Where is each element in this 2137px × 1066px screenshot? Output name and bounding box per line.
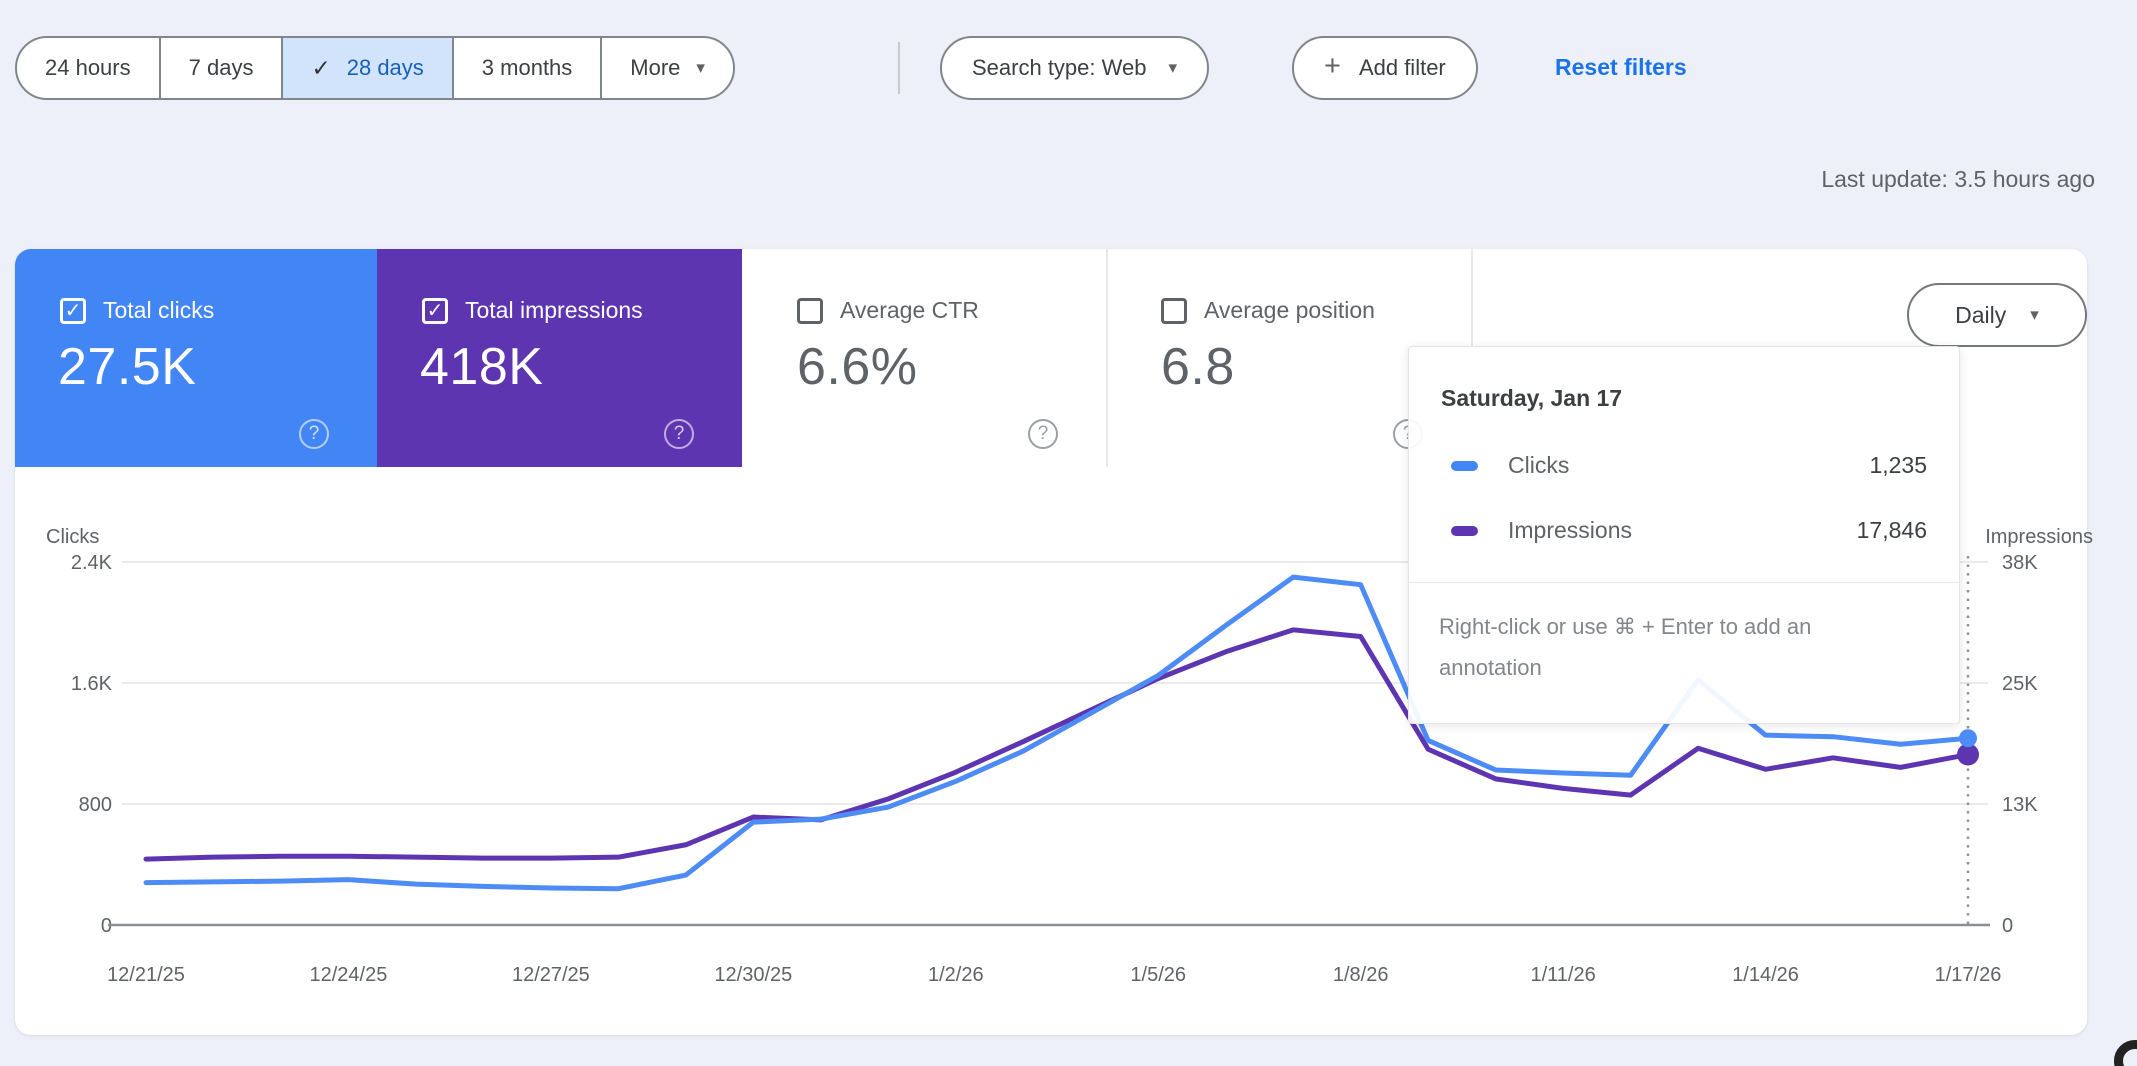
tooltip-date: Saturday, Jan 17 <box>1441 385 1623 411</box>
range-label: 24 hours <box>45 55 131 80</box>
checkbox-checked-icon[interactable]: ✓ <box>60 297 86 324</box>
range-more-dropdown[interactable]: More ▾ <box>600 38 733 98</box>
range-label: More <box>630 55 681 80</box>
chevron-down-icon: ▾ <box>2030 305 2039 324</box>
last-update-text: Last update: 3.5 hours ago <box>1821 166 2095 192</box>
metric-value: 418K <box>420 338 544 396</box>
range-7-days[interactable]: 7 days <box>158 38 282 98</box>
cursor-artifact <box>2114 1040 2137 1066</box>
tooltip-annotation-hint: Right-click or use ⌘ + Enter to add an a… <box>1439 614 1812 680</box>
add-filter-label: Add filter <box>1358 55 1446 80</box>
metric-divider <box>1106 249 1108 467</box>
tooltip-divider <box>1409 582 1959 583</box>
help-icon[interactable]: ? <box>1028 419 1058 449</box>
metric-label: Average position <box>1204 297 1375 323</box>
metric-value: 6.8 <box>1161 338 1235 396</box>
metric-total-impressions[interactable]: ✓ Total impressions 418K ? <box>377 249 742 467</box>
range-label: 28 days <box>346 55 424 80</box>
granularity-label: Daily <box>1955 301 2007 328</box>
range-3-months[interactable]: 3 months <box>451 38 601 98</box>
metric-value: 6.6% <box>797 338 918 396</box>
check-icon: ✓ <box>311 54 331 81</box>
add-filter-button[interactable]: + Add filter <box>1292 36 1478 100</box>
clicks-swatch-icon <box>1451 460 1478 471</box>
help-icon[interactable]: ? <box>664 419 694 449</box>
range-28-days[interactable]: ✓ 28 days <box>281 38 452 98</box>
toolbar-divider <box>898 42 900 94</box>
help-icon[interactable]: ? <box>299 419 329 449</box>
granularity-dropdown[interactable]: Daily ▾ <box>1907 283 2087 347</box>
checkbox-unchecked-icon[interactable] <box>1161 297 1187 324</box>
tooltip-row-clicks: Clicks 1,235 <box>1451 452 1927 479</box>
range-label: 7 days <box>188 55 254 80</box>
search-console-performance-page: 24 hours 7 days ✓ 28 days 3 months More … <box>0 0 2137 1066</box>
range-24-hours[interactable]: 24 hours <box>17 38 159 98</box>
metric-average-ctr[interactable]: Average CTR 6.6% ? <box>742 249 1106 467</box>
chart-tooltip: Saturday, Jan 17 Clicks 1,235 Impression… <box>1408 346 1960 724</box>
metric-value: 27.5K <box>58 338 197 396</box>
search-type-dropdown[interactable]: Search type: Web ▾ <box>940 36 1210 100</box>
tooltip-row-impressions: Impressions 17,846 <box>1451 517 1927 544</box>
range-label: 3 months <box>481 55 573 80</box>
metric-label: Average CTR <box>840 297 979 323</box>
impressions-swatch-icon <box>1451 525 1478 536</box>
plus-icon: + <box>1324 50 1341 82</box>
date-range-selector: 24 hours 7 days ✓ 28 days 3 months More … <box>15 36 735 100</box>
checkbox-checked-icon[interactable]: ✓ <box>422 297 448 324</box>
metric-label: Total clicks <box>103 297 215 323</box>
metric-total-clicks[interactable]: ✓ Total clicks 27.5K ? <box>15 249 377 467</box>
checkbox-unchecked-icon[interactable] <box>797 297 823 324</box>
reset-filters-link[interactable]: Reset filters <box>1555 54 1687 81</box>
metric-label: Total impressions <box>465 297 643 323</box>
search-type-label: Search type: Web <box>972 55 1147 80</box>
chevron-down-icon: ▾ <box>696 58 705 77</box>
chevron-down-icon: ▾ <box>1168 58 1178 77</box>
